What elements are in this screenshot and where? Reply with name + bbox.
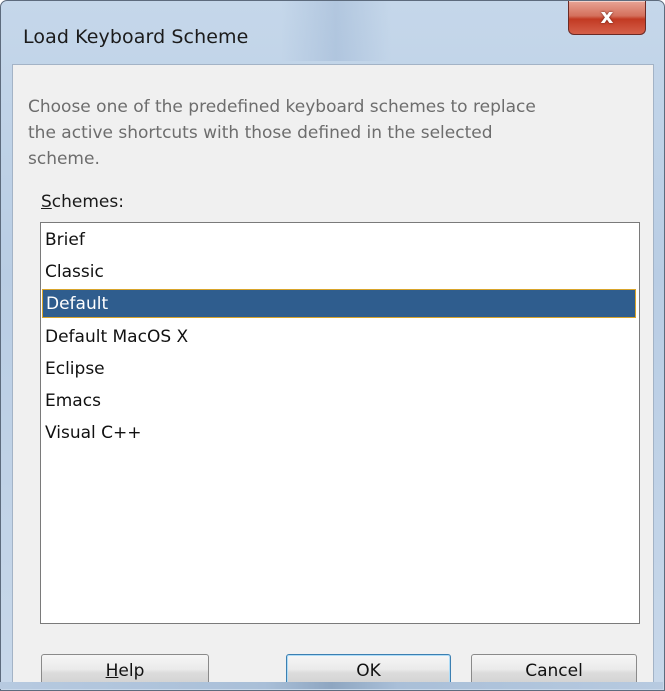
scheme-item-default-macos-x[interactable]: Default MacOS X: [42, 323, 636, 352]
schemes-label-mnemonic: S: [41, 192, 52, 212]
scheme-item-default[interactable]: Default: [42, 289, 636, 318]
scheme-item-classic[interactable]: Classic: [42, 258, 636, 287]
scheme-item-brief[interactable]: Brief: [42, 226, 636, 255]
description-line: the active shortcuts with those defined …: [28, 123, 493, 143]
schemes-label-text: chemes:: [51, 192, 124, 212]
window-title: Load Keyboard Scheme: [23, 26, 249, 48]
window-bottom-border: [0, 682, 663, 689]
close-icon: x: [600, 4, 614, 28]
scheme-item-emacs[interactable]: Emacs: [42, 387, 636, 416]
scheme-item-visual-cpp[interactable]: Visual C++: [42, 419, 636, 448]
help-button-mnemonic: H: [105, 661, 119, 681]
description-line: Choose one of the predefined keyboard sc…: [28, 97, 536, 117]
description-line: scheme.: [28, 149, 100, 169]
scheme-item-eclipse[interactable]: Eclipse: [42, 355, 636, 384]
dialog-description: Choose one of the predefined keyboard sc…: [28, 94, 628, 172]
schemes-listbox[interactable]: Brief Classic Default Default MacOS X Ec…: [40, 222, 640, 624]
titlebar[interactable]: Load Keyboard Scheme: [1, 1, 664, 57]
help-button-label: elp: [118, 661, 145, 681]
schemes-label: Schemes:: [41, 192, 124, 212]
close-button[interactable]: x: [568, 1, 646, 35]
